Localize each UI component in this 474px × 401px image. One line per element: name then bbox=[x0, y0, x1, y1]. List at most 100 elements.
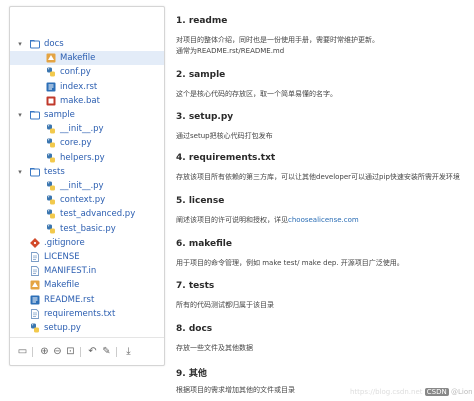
tree-item-label: context.py bbox=[60, 195, 106, 206]
download-icon[interactable]: ⤓ bbox=[122, 345, 135, 358]
section-text-line: 通过setup把核心代码打包发布 bbox=[176, 132, 273, 140]
python-file-icon bbox=[46, 67, 56, 77]
tree-file-item[interactable]: setup.py bbox=[10, 321, 164, 335]
fit-icon[interactable]: ⊡ bbox=[64, 345, 77, 358]
python-file-icon bbox=[46, 195, 56, 205]
chevron-down-icon[interactable]: ▾ bbox=[16, 165, 24, 179]
section-heading: 4. requirements.txt bbox=[176, 153, 276, 163]
section-text: 通过setup把核心代码打包发布 bbox=[176, 131, 273, 141]
makefile-icon bbox=[30, 280, 40, 290]
tree-item-label: tests bbox=[44, 166, 65, 177]
section-text-line: 对项目的整体介绍，同时也是一份使用手册，需要时常维护更新。 bbox=[176, 36, 379, 44]
tree-folder-sample[interactable]: ▾ sample bbox=[10, 108, 164, 122]
chevron-down-icon[interactable]: ▾ bbox=[16, 37, 24, 51]
chevron-down-icon[interactable]: ▾ bbox=[16, 108, 24, 122]
tree-file-item[interactable]: requirements.txt bbox=[10, 307, 164, 321]
section-text: 存放该项目所有依赖的第三方库，可以让其他developer可以通过pip快速安装… bbox=[176, 172, 460, 182]
section-text: 用于项目的命令管理，例如 make test/ make dep. 开源项目广泛… bbox=[176, 258, 404, 268]
tree-file-item[interactable]: .gitignore bbox=[10, 236, 164, 250]
tree-file-item[interactable]: helpers.py bbox=[10, 151, 164, 165]
tree-item-label: setup.py bbox=[44, 323, 81, 333]
tree-file-item[interactable]: __init__.py bbox=[10, 122, 164, 136]
watermark-faint: https://blog.csdn.net bbox=[350, 388, 423, 396]
tree-file-item[interactable]: Makefile bbox=[10, 51, 164, 66]
tree-item-label: test_advanced.py bbox=[60, 209, 136, 220]
toolbar-divider bbox=[32, 347, 33, 357]
undo-icon[interactable]: ↶ bbox=[86, 345, 99, 358]
tree-file-item[interactable]: __init__.py bbox=[10, 179, 164, 193]
section-heading: 7. tests bbox=[176, 281, 215, 291]
tree-item-label: .gitignore bbox=[44, 237, 85, 248]
tree-item-label: docs bbox=[44, 39, 64, 49]
tree-file-item[interactable]: test_basic.py bbox=[10, 222, 164, 236]
folder-icon bbox=[30, 110, 40, 120]
tree-file-item[interactable]: context.py bbox=[10, 193, 164, 207]
tree-file-item[interactable]: Makefile bbox=[10, 278, 164, 292]
tree-file-item[interactable]: make.bat bbox=[10, 94, 164, 108]
tree-file-item[interactable]: MANIFEST.in bbox=[10, 264, 164, 278]
edit-icon[interactable]: ✎ bbox=[100, 345, 113, 358]
section-text: 存放一些文件及其他数据 bbox=[176, 343, 253, 353]
text-file-icon bbox=[30, 308, 40, 319]
toolbar-divider bbox=[80, 347, 81, 357]
section-text: 阐述该项目的许可说明和授权，详见choosealicense.com bbox=[176, 215, 359, 225]
tree-item-label: Makefile bbox=[60, 53, 96, 64]
tree-item-label: conf.py bbox=[60, 67, 91, 78]
git-file-icon bbox=[30, 237, 40, 248]
section-text: 根据项目的需求增加其他的文件或目录 bbox=[176, 385, 295, 395]
tree-file-item[interactable]: README.rst bbox=[10, 293, 164, 307]
tree-file-item[interactable]: test_advanced.py bbox=[10, 207, 164, 221]
section-heading: 3. setup.py bbox=[176, 112, 234, 122]
readme-document: 1. readme 对项目的整体介绍，同时也是一份使用手册，需要时常维护更新。 通常… bbox=[176, 0, 474, 401]
zoom-out-icon[interactable]: ⊖ bbox=[51, 345, 64, 358]
watermark-prefix: CSDN bbox=[424, 388, 449, 396]
tree-item-label: make.bat bbox=[60, 95, 100, 106]
tree-item-label: __init__.py bbox=[60, 181, 104, 191]
watermark: https://blog.csdn.net CSDN @Lion King bbox=[350, 388, 474, 396]
tree-item-label: __init__.py bbox=[60, 124, 104, 135]
license-link[interactable]: choosealicense.com bbox=[288, 216, 359, 224]
section-text-line: 根据项目的需求增加其他的文件或目录 bbox=[176, 386, 295, 394]
tree-file-item[interactable]: index.rst bbox=[10, 80, 164, 94]
python-file-icon bbox=[46, 124, 56, 134]
section-heading: 8. docs bbox=[176, 324, 213, 334]
section-text-line: 通常为README.rst/README.md bbox=[176, 47, 285, 55]
tree-item-label: LICENSE bbox=[44, 252, 80, 262]
zoom-in-icon[interactable]: ⊕ bbox=[38, 345, 51, 358]
tree-folder-tests[interactable]: ▾ tests bbox=[10, 165, 164, 179]
tree-file-item[interactable]: core.py bbox=[10, 136, 164, 150]
tree-toolbar: ▭ ⊕ ⊖ ⊡ ↶ ✎ ⤓ bbox=[10, 337, 164, 365]
section-heading: 5. license bbox=[176, 196, 225, 206]
section-text: 这个是核心代码的存放区，取一个简单易懂的名字。 bbox=[176, 89, 337, 99]
section-text-line: 用于项目的命令管理，例如 make test/ make dep. 开源项目广泛… bbox=[176, 259, 404, 267]
section-heading: 6. makefile bbox=[176, 239, 232, 249]
section-text: 所有的代码测试都归属于该目录 bbox=[176, 300, 274, 310]
python-file-icon bbox=[46, 153, 56, 163]
section-heading: 9. 其他 bbox=[176, 369, 207, 379]
section-heading: 1. readme bbox=[176, 16, 228, 26]
watermark-text: @Lion King bbox=[450, 388, 474, 396]
folder-icon bbox=[30, 39, 40, 49]
text-file-icon bbox=[30, 266, 40, 277]
section-text-line: 存放一些文件及其他数据 bbox=[176, 344, 253, 352]
tree-item-label: sample bbox=[44, 110, 75, 120]
python-file-icon bbox=[46, 209, 56, 219]
tree-folder-docs[interactable]: ▾ docs bbox=[10, 37, 164, 51]
section-text: 通常为README.rst/README.md bbox=[176, 46, 284, 56]
tree-item-label: README.rst bbox=[44, 294, 95, 305]
toolbar-divider bbox=[116, 347, 117, 357]
section-text-line: 所有的代码测试都归属于该目录 bbox=[176, 301, 274, 309]
tree-file-item[interactable]: LICENSE bbox=[10, 250, 164, 264]
text-file-icon bbox=[30, 252, 40, 262]
makefile-icon bbox=[46, 53, 56, 63]
section-text-line: 存放该项目所有依赖的第三方库，可以让其他developer可以通过pip快速安装… bbox=[176, 173, 460, 181]
tree-item-label: requirements.txt bbox=[44, 308, 116, 319]
section-text: 对项目的整体介绍，同时也是一份使用手册，需要时常维护更新。 bbox=[176, 35, 379, 45]
section-heading: 2. sample bbox=[176, 70, 226, 80]
tree-item-label: helpers.py bbox=[60, 152, 105, 163]
folder-icon bbox=[30, 167, 40, 177]
python-file-icon bbox=[46, 181, 56, 191]
save-icon[interactable]: ▭ bbox=[16, 345, 29, 358]
batch-file-icon bbox=[46, 96, 56, 106]
tree-file-item[interactable]: conf.py bbox=[10, 65, 164, 79]
